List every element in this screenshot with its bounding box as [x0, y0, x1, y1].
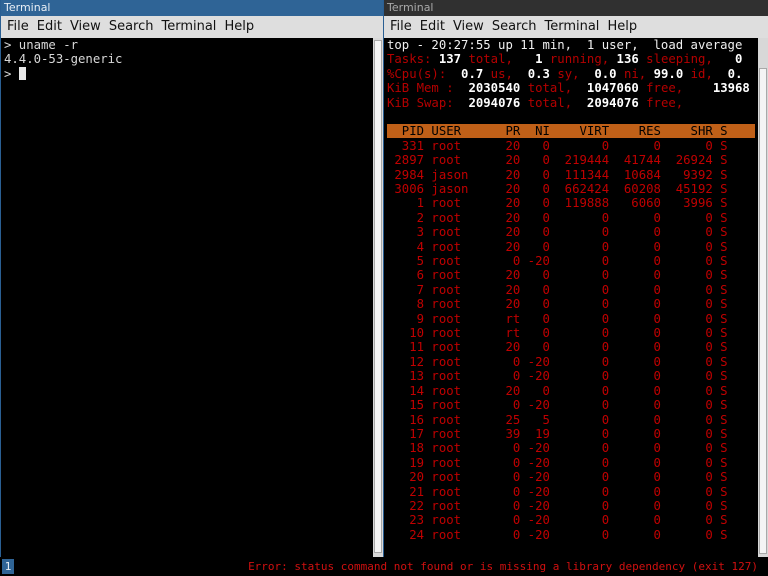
left-menu-file[interactable]: File [7, 19, 29, 34]
process-row: 9 root rt 0 0 0 0 S [387, 311, 728, 326]
process-row: 10 root rt 0 0 0 0 S [387, 326, 728, 341]
text-cursor [18, 66, 26, 80]
right-menu-help[interactable]: Help [607, 19, 637, 34]
right-menu-terminal[interactable]: Terminal [544, 19, 599, 34]
prompt-line: > [4, 66, 19, 81]
left-window-title: Terminal [1, 0, 383, 16]
process-row: 22 root 0 -20 0 0 0 S [387, 498, 728, 513]
left-scrollbar-thumb[interactable] [374, 40, 382, 553]
left-menu-edit[interactable]: Edit [37, 19, 62, 34]
left-menu-terminal[interactable]: Terminal [161, 19, 216, 34]
process-row: 8 root 20 0 0 0 0 S [387, 297, 728, 312]
process-row: 23 root 0 -20 0 0 0 S [387, 513, 728, 528]
process-row: 3 root 20 0 0 0 0 S [387, 225, 728, 240]
process-row: 6 root 20 0 0 0 0 S [387, 268, 728, 283]
left-menu-search[interactable]: Search [109, 19, 154, 34]
top-summary: top - 20:27:55 up 11 min, 1 user, load a… [387, 38, 750, 110]
process-row: 15 root 0 -20 0 0 0 S [387, 398, 728, 413]
process-row: 18 root 0 -20 0 0 0 S [387, 441, 728, 456]
right-menu-edit[interactable]: Edit [420, 19, 445, 34]
process-row: 13 root 0 -20 0 0 0 S [387, 369, 728, 384]
status-error-message: Error: status command not found or is mi… [248, 560, 758, 573]
left-terminal-window[interactable]: Terminal File Edit View Search Terminal Help … [0, 0, 384, 557]
process-row: 11 root 20 0 0 0 0 S [387, 340, 728, 355]
process-row: 5 root 0 -20 0 0 0 S [387, 254, 728, 269]
process-row: 19 root 0 -20 0 0 0 S [387, 455, 728, 470]
mem-line: KiB Mem : 2030540 total, 1047060 free, 1… [387, 81, 750, 96]
right-terminal-window[interactable]: Terminal File Edit View Search Terminal Help … [384, 0, 768, 557]
left-terminal-output: > uname -r 4.4.0-53-generic > [4, 38, 122, 81]
left-scrollbar[interactable] [373, 38, 383, 557]
right-window-title: Terminal [384, 0, 768, 16]
right-scrollbar[interactable] [758, 38, 768, 557]
process-row: 21 root 0 -20 0 0 0 S [387, 484, 728, 499]
process-row: 16 root 25 5 0 0 0 S [387, 412, 728, 427]
process-row: 331 root 20 0 0 0 0 S [387, 138, 728, 153]
process-row: 12 root 0 -20 0 0 0 S [387, 354, 728, 369]
right-terminal-area[interactable]: top - 20:27:55 up 11 min, 1 user, load a… [384, 38, 768, 557]
process-row: 14 root 20 0 0 0 0 S [387, 383, 728, 398]
left-menu-help[interactable]: Help [224, 19, 254, 34]
command-output: 4.4.0-53-generic [4, 52, 123, 67]
left-menubar: File Edit View Search Terminal Help [1, 16, 383, 38]
top-uptime-line: top - 20:27:55 up 11 min, 1 user, load a… [387, 38, 743, 52]
right-menu-file[interactable]: File [390, 19, 412, 34]
command-line: > uname -r [4, 38, 79, 52]
status-bar: 1 Error: status command not found or is … [0, 557, 768, 576]
process-row: 20 root 0 -20 0 0 0 S [387, 470, 728, 485]
right-menu-search[interactable]: Search [492, 19, 537, 34]
tasks-line: Tasks: 137 total, 1 running, 136 sleepin… [387, 52, 743, 67]
swap-line: KiB Swap: 2094076 total, 2094076 free, [387, 95, 684, 110]
process-table: 331 root 20 0 0 0 0 S 2897 root 20 0 219… [387, 138, 728, 542]
right-menubar: File Edit View Search Terminal Help [384, 16, 768, 38]
left-menu-view[interactable]: View [70, 19, 101, 34]
process-row: 7 root 20 0 0 0 0 S [387, 282, 728, 297]
process-row: 2984 jason 20 0 111344 10684 9392 S [387, 167, 728, 182]
process-row: 24 root 0 -20 0 0 0 S [387, 527, 728, 542]
process-row: 2897 root 20 0 219444 41744 26924 S [387, 153, 728, 168]
workspace-button[interactable]: 1 [2, 559, 14, 574]
process-row: 1 root 20 0 119888 6060 3996 S [387, 196, 728, 211]
cpu-line: %Cpu(s): 0.7 us, 0.3 sy, 0.0 ni, 99.0 id… [387, 66, 743, 81]
process-row: 3006 jason 20 0 662424 60208 45192 S [387, 182, 728, 197]
process-table-header: PID USER PR NI VIRT RES SHR S [387, 124, 728, 138]
process-row: 4 root 20 0 0 0 0 S [387, 239, 728, 254]
right-scrollbar-thumb[interactable] [759, 68, 767, 554]
process-row: 17 root 39 19 0 0 0 S [387, 426, 728, 441]
left-terminal-area[interactable]: > uname -r 4.4.0-53-generic > [1, 38, 383, 557]
process-row: 2 root 20 0 0 0 0 S [387, 210, 728, 225]
right-menu-view[interactable]: View [453, 19, 484, 34]
